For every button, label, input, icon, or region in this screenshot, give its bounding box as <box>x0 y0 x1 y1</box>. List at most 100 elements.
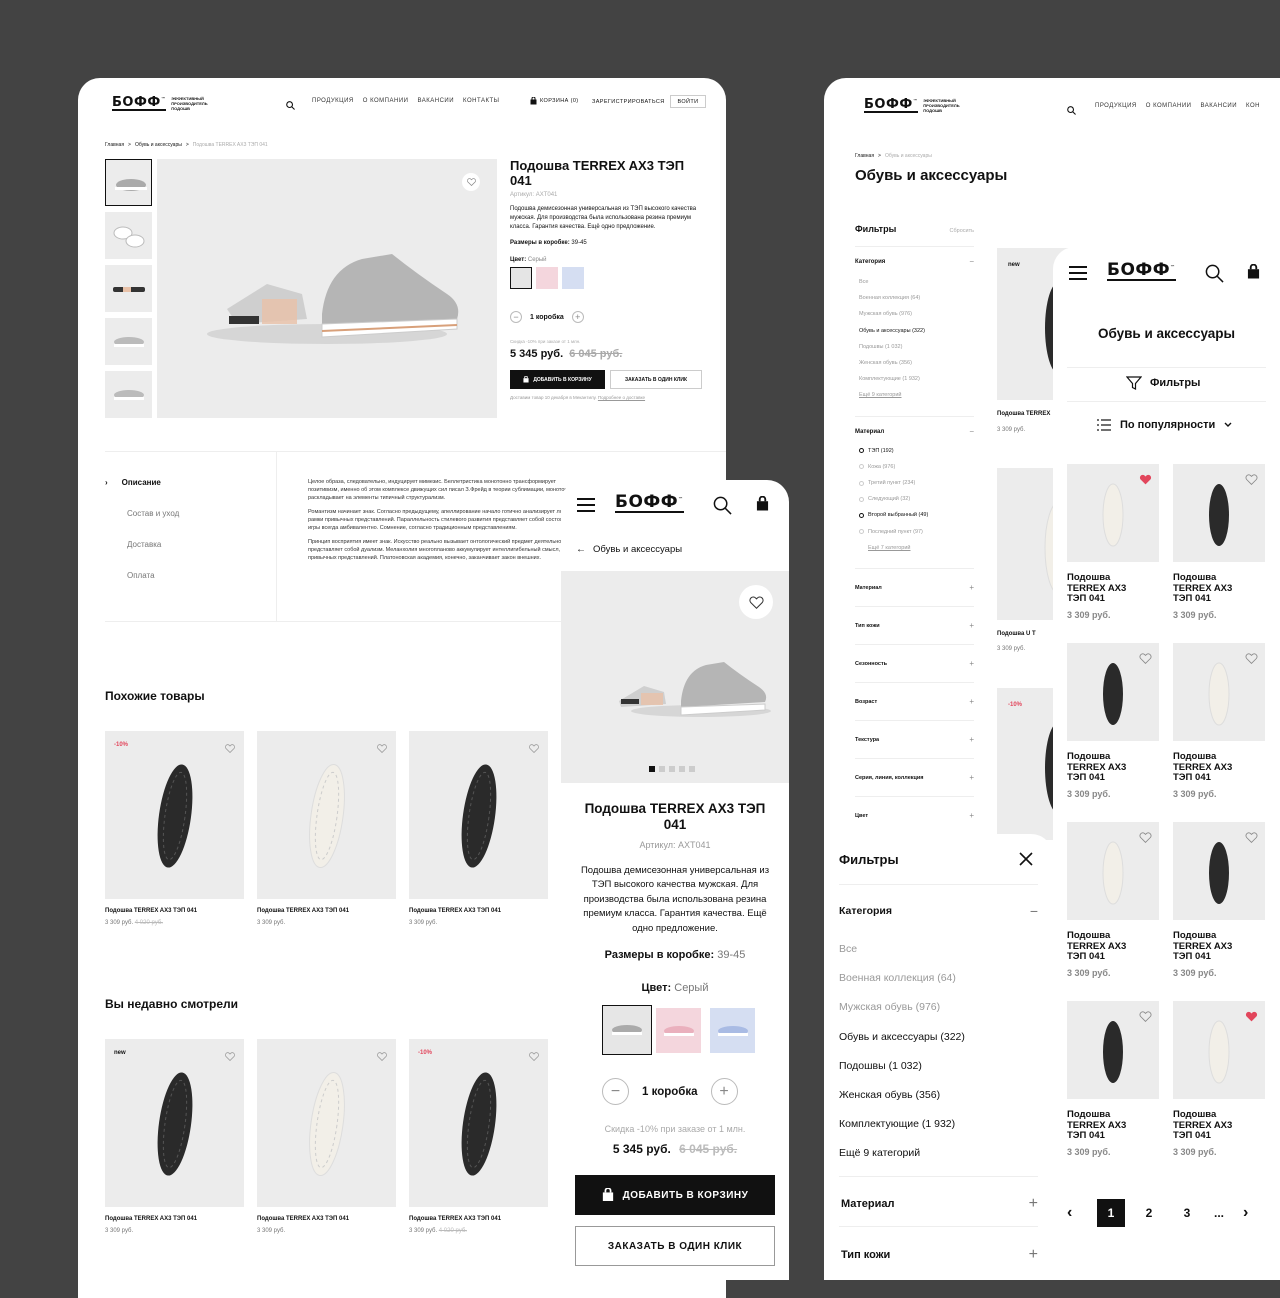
filter-section-texture[interactable]: Текстура + <box>855 720 974 758</box>
thumbnail[interactable] <box>105 318 152 365</box>
page-button[interactable]: 2 <box>1135 1199 1163 1227</box>
tab-composition[interactable]: Состав и уход <box>127 509 179 518</box>
nav-item-products[interactable]: ПРОДУКЦИЯ <box>1095 103 1137 109</box>
cart-link[interactable]: КОРЗИНА (0) <box>530 97 579 105</box>
chevron-right-icon[interactable]: › <box>1243 1204 1248 1222</box>
cart-icon[interactable] <box>756 495 769 517</box>
nav-item-about[interactable]: О КОМПАНИИ <box>363 98 409 104</box>
favorite-icon[interactable] <box>739 585 773 619</box>
minus-button[interactable]: − <box>602 1078 629 1105</box>
carousel-dot-active[interactable] <box>649 766 655 772</box>
filter-section-series[interactable]: Серия, линия, коллекция + <box>855 758 974 796</box>
nav-item-contacts[interactable]: КОНТАКТЫ <box>463 98 499 104</box>
product-card[interactable]: Подошва TERREX AX3 ТЭП 041 3 309 руб. <box>1173 1001 1265 1180</box>
one-click-button[interactable]: ЗАКАЗАТЬ В ОДИН КЛИК <box>610 370 702 389</box>
search-icon[interactable] <box>1067 102 1076 120</box>
logo[interactable]: БОФФ™ <box>1107 262 1176 281</box>
logo[interactable]: БОФФ™ ЭФФЕКТИВНЫЙ ПРОИЗВОДИТЕЛЬ ПОДОШВ <box>864 98 960 113</box>
delivery-link[interactable]: Подробнее о доставке <box>598 395 645 400</box>
heart-icon[interactable] <box>1245 651 1258 669</box>
more-categories-link[interactable]: Ещё 9 категорий <box>855 387 974 403</box>
heart-icon[interactable] <box>377 740 387 758</box>
category-header[interactable]: Категория − <box>855 258 974 266</box>
filter-section-material[interactable]: Материал + <box>841 1195 1038 1213</box>
category-header[interactable]: Категория − <box>839 904 1038 918</box>
filter-section-age[interactable]: Возраст + <box>855 682 974 720</box>
search-icon[interactable] <box>1205 264 1224 288</box>
product-card[interactable]: Подошва TERREX AX3 ТЭП 041 3 309 руб. <box>1067 643 1159 822</box>
swatch-grey[interactable] <box>510 267 532 289</box>
register-link[interactable]: ЗАРЕГИСТРИРОВАТЬСЯ <box>592 99 665 105</box>
nav-item-jobs[interactable]: ВАКАНСИИ <box>417 98 454 104</box>
category-option[interactable]: Обувь и аксессуары (322) <box>855 323 974 339</box>
product-card[interactable]: Подошва TERREX AX3 ТЭП 041 3 309 руб. <box>1067 464 1159 643</box>
page-button-active[interactable]: 1 <box>1097 1199 1125 1227</box>
filter-section-leather[interactable]: Тип кожи + <box>841 1246 1038 1264</box>
back-link[interactable]: ← Обувь и аксессуары <box>576 544 682 555</box>
carousel-dot[interactable] <box>689 766 695 772</box>
heart-filled-icon[interactable] <box>1139 472 1152 490</box>
category-option[interactable]: Комплектующие (1 932) <box>855 371 974 387</box>
category-option[interactable]: Все <box>855 274 974 290</box>
add-to-cart-button[interactable]: ДОБАВИТЬ В КОРЗИНУ <box>510 370 605 389</box>
category-option[interactable]: Мужская обувь (976) <box>839 993 965 1022</box>
hamburger-icon[interactable] <box>1069 266 1087 280</box>
product-card[interactable]: Подошва TERREX AX3 ТЭП 041 3 309 руб. <box>1173 464 1265 643</box>
nav-item-products[interactable]: ПРОДУКЦИЯ <box>312 98 354 104</box>
chevron-left-icon[interactable]: ‹ <box>1067 1204 1083 1222</box>
heart-icon[interactable] <box>377 1048 387 1066</box>
breadcrumb-home[interactable]: Главная <box>855 153 874 159</box>
product-card[interactable]: Подошва TERREX AX3 ТЭП 041 3 309 руб. <box>257 1039 396 1234</box>
category-option[interactable]: Женская обувь (356) <box>839 1081 965 1110</box>
page-button[interactable]: 3 <box>1173 1199 1201 1227</box>
filter-section-leather[interactable]: Тип кожи + <box>855 606 974 644</box>
product-image-carousel[interactable] <box>561 571 789 783</box>
material-checkbox[interactable]: ТЭП (192) <box>855 443 974 459</box>
heart-icon[interactable] <box>1139 651 1152 669</box>
product-card[interactable]: Подошва TERREX AX3 ТЭП 041 3 309 руб. <box>1173 643 1265 822</box>
thumbnail[interactable] <box>105 265 152 312</box>
tab-delivery[interactable]: Доставка <box>127 540 179 549</box>
search-icon[interactable] <box>713 496 732 520</box>
nav-item-jobs[interactable]: ВАКАНСИИ <box>1200 103 1237 109</box>
product-main-image[interactable] <box>157 159 497 418</box>
carousel-dot[interactable] <box>669 766 675 772</box>
sort-dropdown[interactable]: По популярности <box>1097 419 1232 431</box>
carousel-dot[interactable] <box>679 766 685 772</box>
category-option[interactable]: Мужская обувь (976) <box>855 306 974 322</box>
carousel-dot[interactable] <box>659 766 665 772</box>
material-checkbox[interactable]: Кожа (976) <box>855 459 974 475</box>
product-card[interactable]: -10% Подошва TERREX AX3 ТЭП 041 3 309 ру… <box>409 1039 548 1234</box>
product-card[interactable]: -10% Подошва TERREX AX3 ТЭП 041 3 309 ру… <box>105 731 244 926</box>
add-to-cart-button[interactable]: ДОБАВИТЬ В КОРЗИНУ <box>575 1175 775 1215</box>
tab-description[interactable]: › Описание <box>105 478 179 487</box>
more-categories-link[interactable]: Ещё 9 категорий <box>839 1139 965 1168</box>
breadcrumb-home[interactable]: Главная <box>105 142 124 148</box>
category-option[interactable]: Военная коллекция (64) <box>839 964 965 993</box>
swatch-pink[interactable] <box>656 1008 701 1053</box>
one-click-button[interactable]: ЗАКАЗАТЬ В ОДИН КЛИК <box>575 1226 775 1266</box>
filters-button[interactable]: Фильтры <box>1126 375 1200 391</box>
nav-item-contacts[interactable]: КОН <box>1246 103 1260 109</box>
logo[interactable]: БОФФ™ <box>615 494 684 513</box>
more-materials-link[interactable]: Ещё 7 категорий <box>855 540 974 556</box>
product-card[interactable]: new Подошва TERREX AX3 ТЭП 041 3 309 руб… <box>105 1039 244 1234</box>
category-option[interactable]: Подошвы (1 032) <box>839 1052 965 1081</box>
thumbnail[interactable] <box>105 159 152 206</box>
filter-section-material[interactable]: Материал + <box>855 568 974 606</box>
category-option[interactable]: Все <box>839 935 965 964</box>
category-option[interactable]: Подошвы (1 032) <box>855 339 974 355</box>
minus-button[interactable]: − <box>510 311 522 323</box>
filter-section-color[interactable]: Цвет + <box>855 796 974 834</box>
swatch-blue[interactable] <box>710 1008 755 1053</box>
heart-icon[interactable] <box>1139 830 1152 848</box>
swatch-grey[interactable] <box>602 1005 652 1055</box>
cart-icon[interactable] <box>1247 263 1260 285</box>
logo[interactable]: БОФФ™ ЭФФЕКТИВНЫЙ ПРОИЗВОДИТЕЛЬ ПОДОШВ <box>112 96 208 111</box>
search-icon[interactable] <box>286 97 295 115</box>
heart-filled-icon[interactable] <box>1245 1009 1258 1027</box>
product-card[interactable]: Подошва TERREX AX3 ТЭП 041 3 309 руб. <box>1173 822 1265 1001</box>
material-header[interactable]: Материал − <box>855 427 974 435</box>
product-card[interactable]: Подошва TERREX AX3 ТЭП 041 3 309 руб. <box>257 731 396 926</box>
category-option[interactable]: Женская обувь (356) <box>855 355 974 371</box>
